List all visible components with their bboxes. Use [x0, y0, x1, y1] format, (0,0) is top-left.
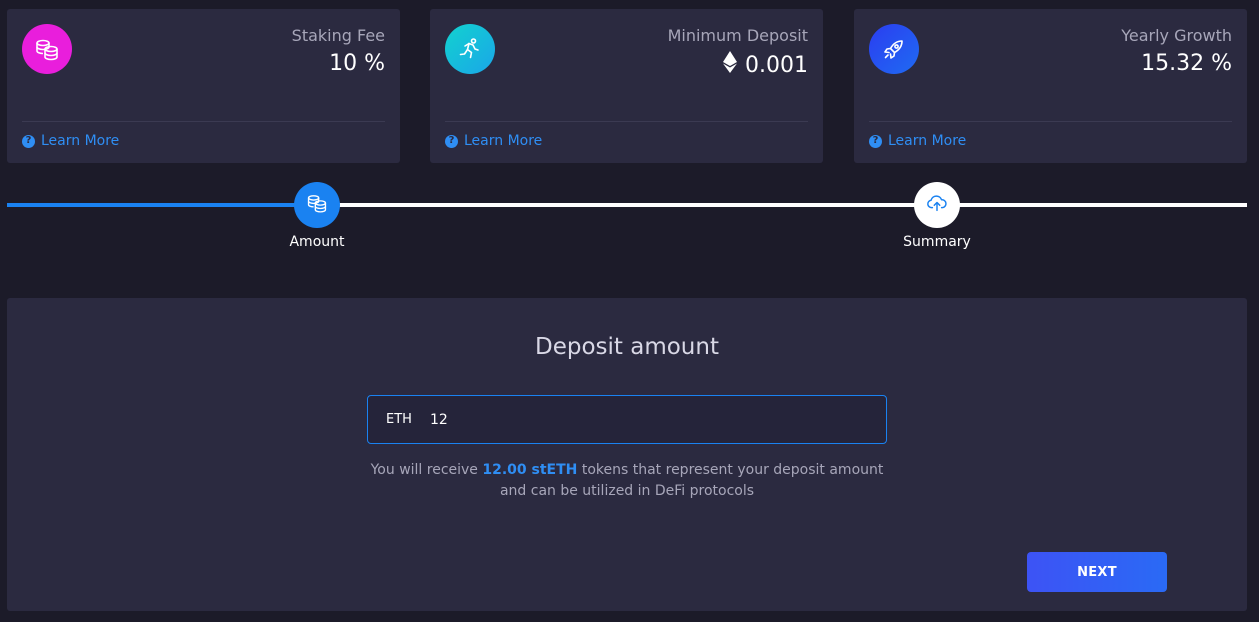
staking-fee-learn-more-link[interactable]: ? Learn More [22, 133, 119, 149]
deposit-title: Deposit amount [535, 334, 719, 360]
question-circle-icon: ? [22, 134, 35, 148]
info-before: You will receive [370, 462, 483, 478]
deposit-info-text: You will receive 12.00 stETH tokens that… [7, 460, 1247, 502]
stepper-progress [7, 203, 317, 207]
currency-prefix: ETH [386, 412, 412, 427]
deposit-panel: Deposit amount ETH You will receive 12.0… [7, 298, 1247, 611]
steth-amount: 12.00 stETH [482, 462, 578, 478]
step-amount-node[interactable] [294, 182, 340, 228]
info-after: tokens that represent your deposit amoun… [577, 462, 884, 478]
minimum-deposit-label: Minimum Deposit [667, 26, 808, 45]
runner-icon [445, 24, 495, 74]
yearly-growth-label: Yearly Growth [1121, 26, 1232, 45]
step-summary-node[interactable] [914, 182, 960, 228]
learn-more-label: Learn More [888, 133, 967, 149]
minimum-deposit-learn-more-link[interactable]: ? Learn More [445, 133, 542, 149]
minimum-deposit-value-group: 0.001 [723, 51, 808, 79]
cloud-upload-icon [926, 192, 948, 218]
staking-fee-value: 10 % [329, 51, 385, 76]
staking-fee-card: Staking Fee 10 % ? Learn More [7, 9, 400, 163]
ethereum-icon [723, 51, 738, 79]
yearly-growth-learn-more-link[interactable]: ? Learn More [869, 133, 966, 149]
learn-more-label: Learn More [41, 133, 120, 149]
rocket-icon [869, 24, 919, 74]
deposit-amount-input[interactable] [427, 410, 848, 429]
minimum-deposit-card: Minimum Deposit 0.001 ? Learn More [430, 9, 823, 163]
step-summary-label: Summary [903, 234, 971, 250]
card-divider [445, 121, 808, 122]
staking-fee-label: Staking Fee [291, 26, 385, 45]
step-amount-label: Amount [289, 234, 345, 250]
deposit-info-line2: and can be utilized in DeFi protocols [499, 483, 755, 499]
coins-icon [306, 192, 328, 218]
question-circle-icon: ? [445, 134, 458, 148]
card-divider [869, 121, 1232, 122]
question-circle-icon: ? [869, 134, 882, 148]
next-button[interactable]: NEXT [1027, 552, 1167, 592]
yearly-growth-card: Yearly Growth 15.32 % ? Learn More [854, 9, 1247, 163]
card-divider [22, 121, 385, 122]
yearly-growth-value: 15.32 % [1141, 51, 1232, 76]
coins-icon [22, 24, 72, 74]
learn-more-label: Learn More [464, 133, 543, 149]
deposit-info-line1: You will receive 12.00 stETH tokens that… [7, 460, 1247, 481]
deposit-amount-field[interactable]: ETH [367, 395, 887, 444]
minimum-deposit-value: 0.001 [745, 52, 808, 78]
